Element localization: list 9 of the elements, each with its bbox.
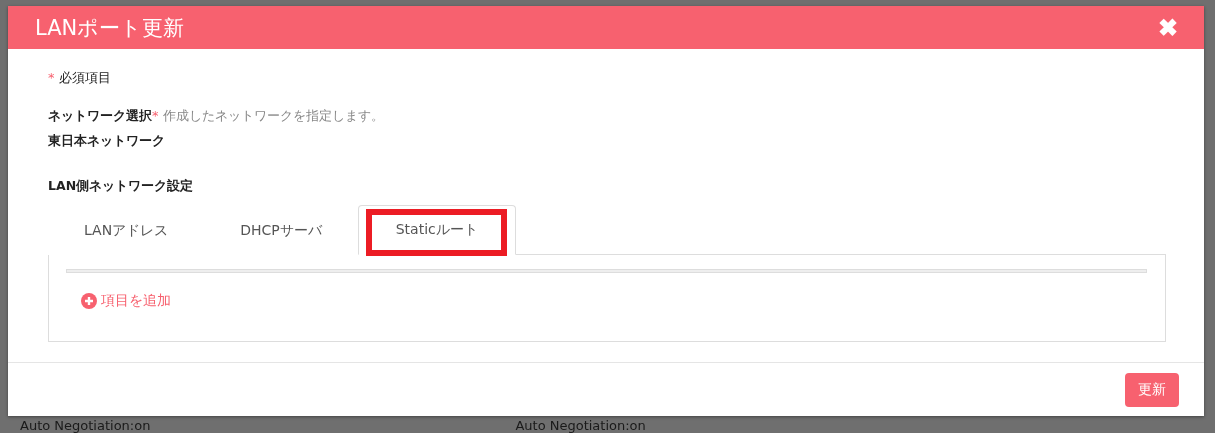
network-label: ネットワーク選択* 作成したネットワークを指定します。 — [48, 108, 385, 125]
network-value: 東日本ネットワーク — [48, 133, 166, 150]
background-text: Auto Negotiation:on — [515, 418, 646, 433]
background-text: Auto Negotiation:on — [20, 418, 151, 433]
tab[interactable]: Staticルート — [357, 205, 516, 255]
section-title: LAN側ネットワーク設定 — [48, 178, 195, 195]
dialog-title: LANポート更新 — [35, 14, 185, 42]
required-note: * 必須項目 — [48, 69, 112, 87]
plus-circle-icon — [81, 293, 97, 309]
